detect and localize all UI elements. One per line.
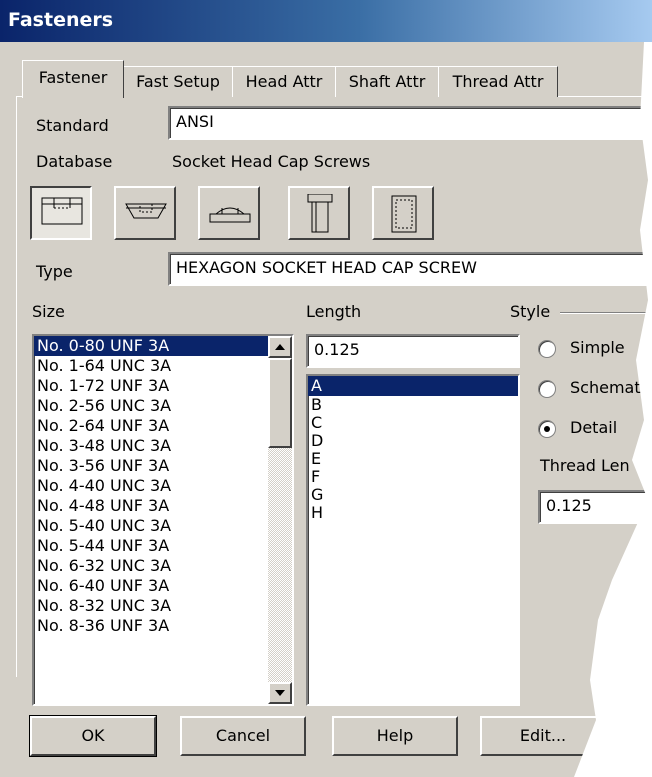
tab-fastener[interactable]: Fastener (22, 60, 124, 98)
torn-edge-overlay (574, 42, 652, 777)
fasteners-dialog: Fasteners Fastener Fast Setup Head Attr … (0, 0, 652, 777)
